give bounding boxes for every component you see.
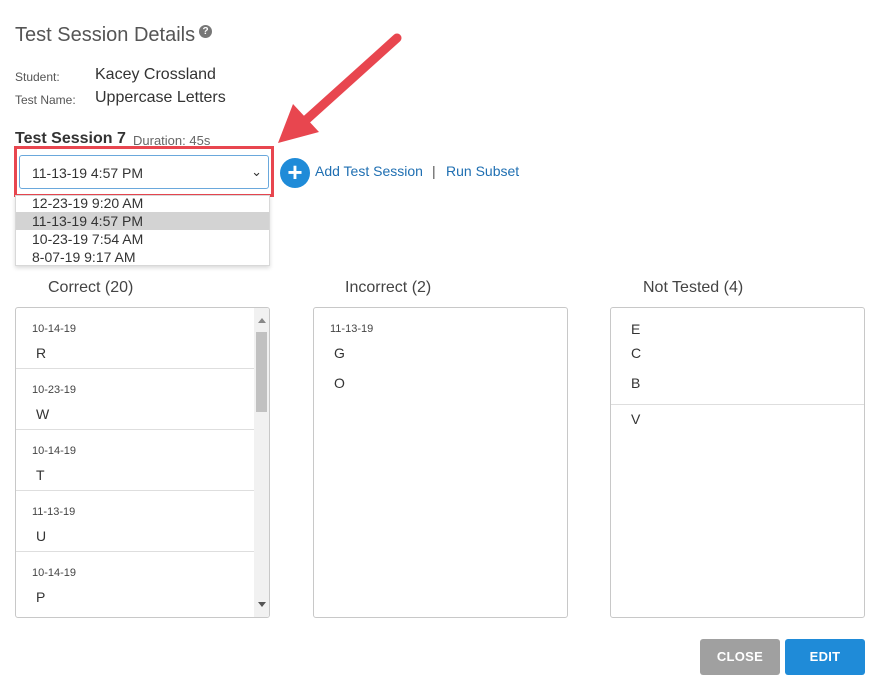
letter-item[interactable]: U bbox=[16, 521, 254, 551]
link-separator: | bbox=[432, 163, 436, 179]
session-option[interactable]: 10-23-19 7:54 AM bbox=[16, 230, 269, 248]
page-title-text: Test Session Details bbox=[15, 24, 196, 46]
correct-group: 10-14-19 R bbox=[16, 308, 254, 369]
arrow-shaft bbox=[301, 33, 402, 125]
letter-item[interactable]: R bbox=[16, 338, 254, 368]
incorrect-group: 11-13-19 G O bbox=[314, 308, 567, 398]
correct-panel: 10-14-19 R 10-23-19 W 10-14-19 T 11-13-1… bbox=[15, 307, 270, 618]
group-date: 11-13-19 bbox=[32, 506, 76, 518]
incorrect-heading: Incorrect (2) bbox=[345, 279, 432, 296]
close-button[interactable]: CLOSE bbox=[700, 639, 780, 675]
correct-group: 10-23-19 W bbox=[16, 369, 254, 430]
session-option[interactable]: 8-07-19 9:17 AM bbox=[16, 248, 269, 265]
correct-heading: Correct (20) bbox=[48, 279, 134, 296]
not-tested-heading: Not Tested (4) bbox=[643, 279, 744, 296]
test-name-value: Uppercase Letters bbox=[95, 89, 226, 106]
letter-item[interactable]: V bbox=[611, 405, 864, 435]
letter-item[interactable]: E bbox=[611, 308, 864, 338]
add-test-session-link[interactable]: Add Test Session bbox=[315, 163, 423, 179]
letter-item[interactable]: C bbox=[611, 338, 864, 368]
correct-scrollbar[interactable] bbox=[254, 308, 269, 617]
annotation-highlight-box bbox=[14, 146, 274, 197]
session-option[interactable]: 12-23-19 9:20 AM bbox=[16, 196, 269, 212]
scroll-thumb[interactable] bbox=[256, 332, 267, 412]
correct-group: 10-14-19 T bbox=[16, 430, 254, 491]
scroll-down-arrow-icon[interactable] bbox=[258, 602, 266, 607]
letter-item[interactable]: T bbox=[16, 460, 254, 490]
scroll-up-arrow-icon[interactable] bbox=[258, 318, 266, 323]
group-date: 11-13-19 bbox=[330, 323, 374, 335]
letter-item[interactable]: P bbox=[16, 582, 254, 612]
student-name: Kacey Crossland bbox=[95, 66, 216, 83]
group-date: 10-23-19 bbox=[32, 384, 77, 396]
session-dropdown-list: 12-23-19 9:20 AM 11-13-19 4:57 PM 10-23-… bbox=[15, 195, 270, 266]
help-icon[interactable]: ? bbox=[199, 25, 213, 38]
session-option-selected[interactable]: 11-13-19 4:57 PM bbox=[16, 212, 269, 230]
run-subset-link[interactable]: Run Subset bbox=[446, 163, 519, 179]
incorrect-panel: 11-13-19 G O bbox=[313, 307, 568, 618]
letter-item[interactable]: O bbox=[314, 368, 567, 398]
group-date: 10-14-19 bbox=[32, 323, 77, 335]
student-label: Student: bbox=[15, 70, 60, 84]
not-tested-group: E C B bbox=[611, 308, 864, 405]
letter-item[interactable]: W bbox=[16, 399, 254, 429]
page-title: Test Session Details ? bbox=[15, 24, 213, 47]
edit-button[interactable]: EDIT bbox=[785, 639, 865, 675]
not-tested-group: V bbox=[611, 405, 864, 435]
add-session-plus-icon[interactable]: + bbox=[280, 158, 310, 188]
correct-group: 11-13-19 U bbox=[16, 491, 254, 552]
letter-item[interactable]: G bbox=[314, 338, 567, 368]
arrow-head bbox=[278, 104, 319, 143]
letter-item[interactable]: B bbox=[611, 368, 864, 398]
not-tested-panel: E C B V bbox=[610, 307, 865, 618]
group-date: 10-14-19 bbox=[32, 567, 77, 579]
group-date: 10-14-19 bbox=[32, 445, 77, 457]
correct-group: 10-14-19 P bbox=[16, 552, 254, 612]
test-name-label: Test Name: bbox=[15, 93, 76, 107]
